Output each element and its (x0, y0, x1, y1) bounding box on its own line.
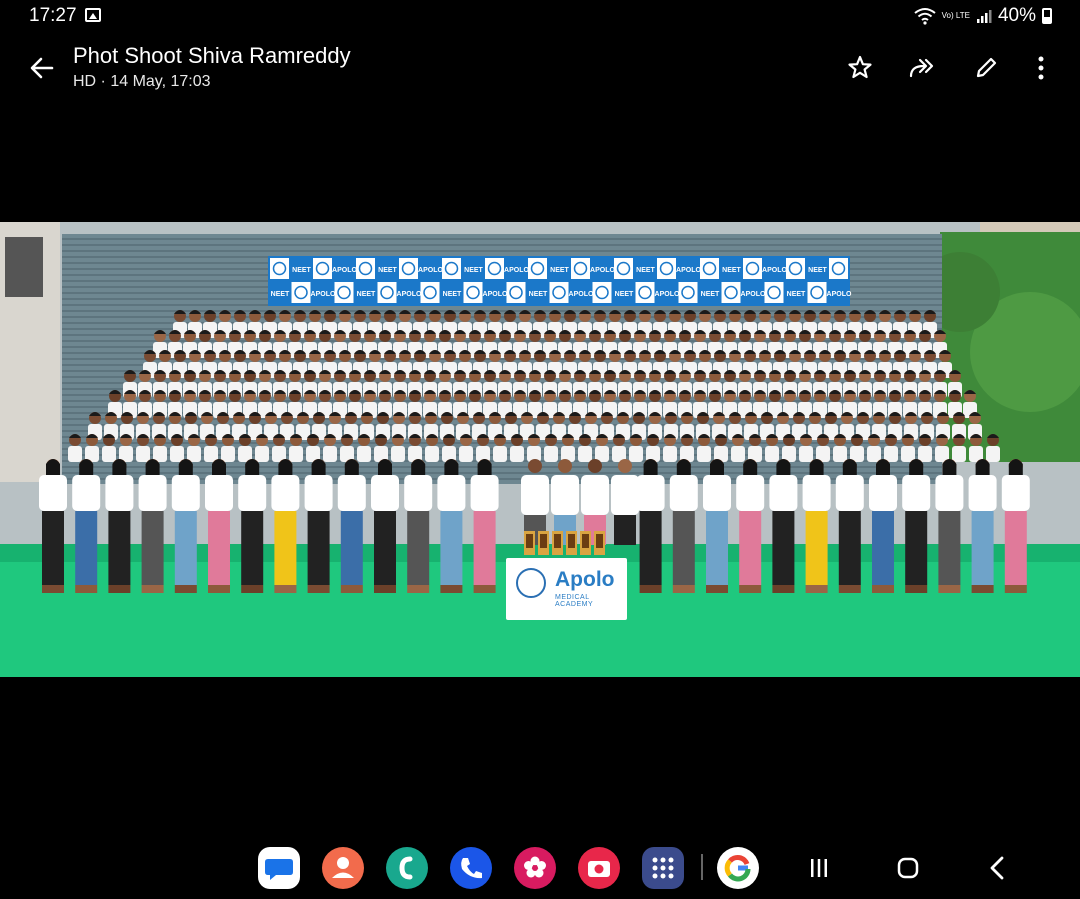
dock-divider (701, 854, 703, 880)
svg-text:APOLO: APOLO (762, 267, 787, 274)
network-type: Vo) LTE (941, 11, 970, 20)
svg-text:NEET: NEET (636, 267, 655, 274)
svg-text:NEET: NEET (529, 291, 548, 298)
battery-percent: 40% (997, 5, 1036, 26)
svg-text:NEET: NEET (722, 267, 741, 274)
star-icon[interactable] (846, 54, 874, 82)
svg-text:NEET: NEET (550, 267, 569, 274)
status-time: 17:27 (29, 5, 77, 26)
sign-subtitle: MEDICAL ACADEMY (555, 594, 594, 608)
back-arrow-icon[interactable] (26, 52, 58, 84)
signal-icon (976, 10, 992, 23)
photo-details: HD · 14 May, 17:03 (73, 73, 211, 90)
svg-text:NEET: NEET (443, 291, 462, 298)
svg-text:APOLO: APOLO (741, 291, 766, 298)
messages-app-icon[interactable] (258, 847, 300, 889)
phone-app-icon[interactable] (386, 847, 428, 889)
svg-text:NEET: NEET (357, 291, 376, 298)
svg-text:NEET: NEET (464, 267, 483, 274)
sign-brand: Apolo (555, 568, 615, 591)
contacts-app-icon[interactable] (322, 847, 364, 889)
group-photo[interactable]: NEET APOLO NEET APOLO NEET APOLO NEET APOLO NEET… (0, 222, 1080, 677)
svg-text:NEET: NEET (292, 267, 311, 274)
svg-text:NEET: NEET (787, 291, 806, 298)
recents-nav-icon[interactable] (803, 852, 835, 884)
caduceus-emblem-icon (516, 568, 546, 598)
page-title: Phot Shoot Shiva Ramreddy (73, 43, 351, 68)
apps-grid-icon[interactable] (642, 847, 684, 889)
google-app-icon[interactable] (717, 847, 759, 889)
taskbar (0, 840, 1080, 899)
svg-text:NEET: NEET (808, 267, 827, 274)
svg-text:APOLO: APOLO (418, 267, 443, 274)
more-options-icon[interactable] (1027, 54, 1055, 82)
svg-text:APOLO: APOLO (655, 291, 680, 298)
svg-text:APOLO: APOLO (311, 291, 336, 298)
svg-text:NEET: NEET (615, 291, 634, 298)
svg-text:APOLO: APOLO (569, 291, 594, 298)
share-icon[interactable] (908, 54, 936, 82)
back-nav-icon[interactable] (982, 852, 1014, 884)
edit-icon[interactable] (972, 54, 1000, 82)
svg-text:APOLO: APOLO (332, 267, 357, 274)
gallery-notification-icon (85, 8, 101, 22)
status-bar: 17:27 Vo) LTE 40% (0, 0, 1080, 32)
gallery-app-icon[interactable] (514, 847, 556, 889)
svg-text:APOLO: APOLO (504, 267, 529, 274)
svg-text:APOLO: APOLO (397, 291, 422, 298)
svg-text:APOLO: APOLO (827, 291, 852, 298)
call-app-icon[interactable] (450, 847, 492, 889)
svg-text:APOLO: APOLO (483, 291, 508, 298)
svg-text:APOLO: APOLO (676, 267, 701, 274)
svg-text:NEET: NEET (701, 291, 720, 298)
battery-icon (1042, 8, 1052, 24)
wifi-icon (914, 8, 936, 25)
camera-app-icon[interactable] (578, 847, 620, 889)
svg-text:NEET: NEET (271, 291, 290, 298)
svg-text:NEET: NEET (378, 267, 397, 274)
home-nav-icon[interactable] (892, 852, 924, 884)
viewer-header: Phot Shoot Shiva Ramreddy HD · 14 May, 1… (0, 32, 1080, 104)
academy-sign: Apolo MEDICAL ACADEMY (506, 558, 627, 620)
status-right: Vo) LTE 40% (914, 5, 1052, 27)
svg-text:APOLO: APOLO (590, 267, 615, 274)
